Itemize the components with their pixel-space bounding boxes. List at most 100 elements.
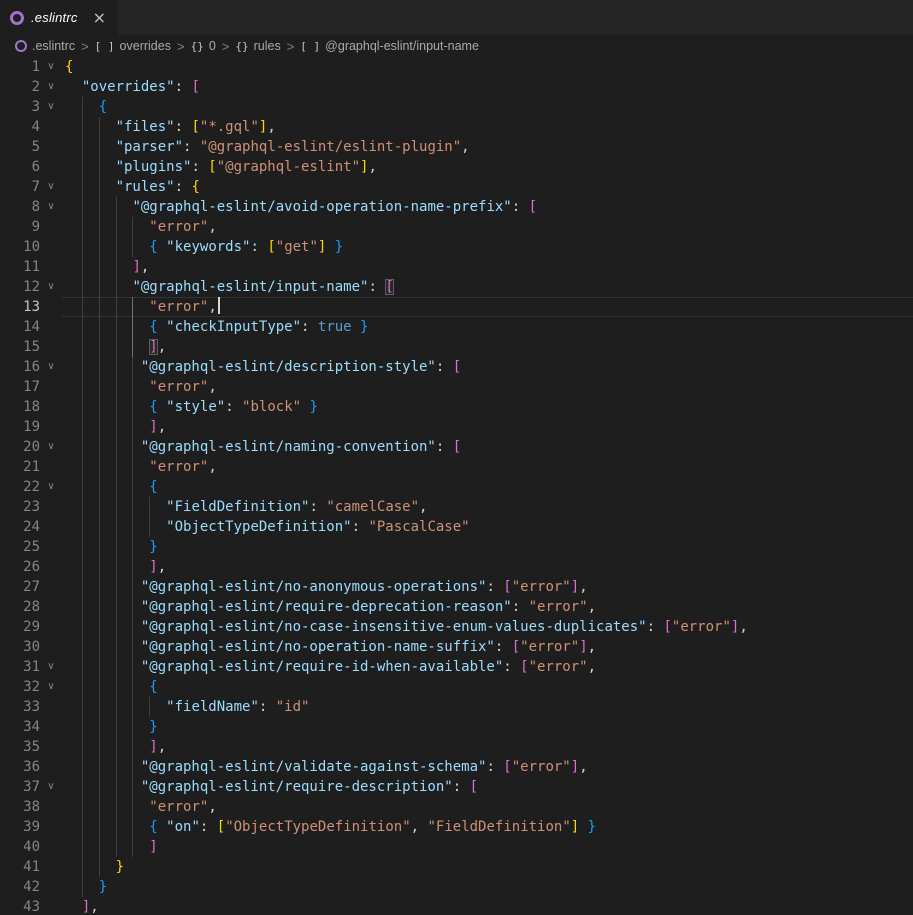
fold-chevron-icon[interactable]: ∨ [40, 657, 62, 677]
code-content[interactable]: } [62, 877, 913, 897]
code-line[interactable]: 9 "error", [0, 217, 913, 237]
code-content[interactable]: "@graphql-eslint/avoid-operation-name-pr… [62, 197, 913, 217]
fold-chevron-icon[interactable]: ∨ [40, 777, 62, 797]
code-line[interactable]: 6 "plugins": ["@graphql-eslint"], [0, 157, 913, 177]
code-content[interactable]: "FieldDefinition": "camelCase", [62, 497, 913, 517]
code-content[interactable]: } [62, 537, 913, 557]
fold-chevron-icon[interactable]: ∨ [40, 97, 62, 117]
code-content[interactable]: { [62, 57, 913, 77]
code-line[interactable]: 8∨ "@graphql-eslint/avoid-operation-name… [0, 197, 913, 217]
code-line[interactable]: 12∨ "@graphql-eslint/input-name": [ [0, 277, 913, 297]
code-content[interactable]: "error", [62, 217, 913, 237]
fold-chevron-icon[interactable]: ∨ [40, 57, 62, 77]
code-content[interactable]: ], [62, 897, 913, 915]
fold-chevron-icon[interactable]: ∨ [40, 77, 62, 97]
code-content[interactable]: ], [62, 257, 913, 277]
code-content[interactable]: "error", [62, 457, 913, 477]
breadcrumb-item-overrides[interactable]: [ ]overrides [95, 39, 171, 53]
code-line[interactable]: 40 ] [0, 837, 913, 857]
code-line[interactable]: 27 "@graphql-eslint/no-anonymous-operati… [0, 577, 913, 597]
code-content[interactable]: "error", [62, 377, 913, 397]
code-content[interactable]: "@graphql-eslint/no-case-insensitive-enu… [62, 617, 913, 637]
code-line[interactable]: 16∨ "@graphql-eslint/description-style":… [0, 357, 913, 377]
code-content[interactable]: "@graphql-eslint/naming-convention": [ [62, 437, 913, 457]
code-line[interactable]: 33 "fieldName": "id" [0, 697, 913, 717]
code-line[interactable]: 25 } [0, 537, 913, 557]
breadcrumb-item-0[interactable]: {}0 [191, 39, 216, 53]
fold-chevron-icon[interactable]: ∨ [40, 437, 62, 457]
code-line[interactable]: 4 "files": ["*.gql"], [0, 117, 913, 137]
code-content[interactable]: "fieldName": "id" [62, 697, 913, 717]
code-line[interactable]: 34 } [0, 717, 913, 737]
code-content[interactable]: ] [62, 837, 913, 857]
code-content[interactable]: { [62, 677, 913, 697]
code-line[interactable]: 30 "@graphql-eslint/no-operation-name-su… [0, 637, 913, 657]
code-line[interactable]: 31∨ "@graphql-eslint/require-id-when-ava… [0, 657, 913, 677]
code-line[interactable]: 18 { "style": "block" } [0, 397, 913, 417]
code-content[interactable]: "@graphql-eslint/require-description": [ [62, 777, 913, 797]
breadcrumb-item--graphql-eslint-input-name[interactable]: [ ]@graphql-eslint/input-name [300, 39, 479, 53]
code-content[interactable]: "rules": { [62, 177, 913, 197]
code-line[interactable]: 13 "error", [0, 297, 913, 317]
code-content[interactable]: "@graphql-eslint/no-operation-name-suffi… [62, 637, 913, 657]
code-content[interactable]: ], [62, 337, 913, 357]
tab-eslintrc[interactable]: .eslintrc × [0, 0, 118, 35]
code-line[interactable]: 37∨ "@graphql-eslint/require-description… [0, 777, 913, 797]
code-line[interactable]: 10 { "keywords": ["get"] } [0, 237, 913, 257]
code-line[interactable]: 32∨ { [0, 677, 913, 697]
fold-chevron-icon[interactable]: ∨ [40, 177, 62, 197]
code-content[interactable]: { [62, 97, 913, 117]
code-content[interactable]: } [62, 717, 913, 737]
code-content[interactable]: ], [62, 737, 913, 757]
code-line[interactable]: 23 "FieldDefinition": "camelCase", [0, 497, 913, 517]
code-content[interactable]: { "keywords": ["get"] } [62, 237, 913, 257]
code-content[interactable]: ], [62, 417, 913, 437]
code-content[interactable]: "@graphql-eslint/input-name": [ [62, 277, 913, 297]
fold-chevron-icon[interactable]: ∨ [40, 197, 62, 217]
fold-chevron-icon[interactable]: ∨ [40, 477, 62, 497]
code-content[interactable]: "ObjectTypeDefinition": "PascalCase" [62, 517, 913, 537]
code-line[interactable]: 5 "parser": "@graphql-eslint/eslint-plug… [0, 137, 913, 157]
code-content[interactable]: "@graphql-eslint/validate-against-schema… [62, 757, 913, 777]
code-content[interactable]: { "checkInputType": true } [62, 317, 913, 337]
code-line[interactable]: 36 "@graphql-eslint/validate-against-sch… [0, 757, 913, 777]
code-content[interactable]: ], [62, 557, 913, 577]
code-line[interactable]: 38 "error", [0, 797, 913, 817]
fold-chevron-icon[interactable]: ∨ [40, 677, 62, 697]
fold-chevron-icon[interactable]: ∨ [40, 357, 62, 377]
code-line[interactable]: 39 { "on": ["ObjectTypeDefinition", "Fie… [0, 817, 913, 837]
code-line[interactable]: 1∨{ [0, 57, 913, 77]
code-content[interactable]: "@graphql-eslint/require-id-when-availab… [62, 657, 913, 677]
code-content[interactable]: { "style": "block" } [62, 397, 913, 417]
code-line[interactable]: 11 ], [0, 257, 913, 277]
code-line[interactable]: 22∨ { [0, 477, 913, 497]
code-line[interactable]: 28 "@graphql-eslint/require-deprecation-… [0, 597, 913, 617]
close-icon[interactable]: × [93, 10, 106, 26]
code-content[interactable]: "@graphql-eslint/description-style": [ [62, 357, 913, 377]
code-line[interactable]: 7∨ "rules": { [0, 177, 913, 197]
code-content[interactable]: "@graphql-eslint/require-deprecation-rea… [62, 597, 913, 617]
code-line[interactable]: 3∨ { [0, 97, 913, 117]
code-content[interactable]: } [62, 857, 913, 877]
code-line[interactable]: 15 ], [0, 337, 913, 357]
code-line[interactable]: 14 { "checkInputType": true } [0, 317, 913, 337]
code-line[interactable]: 43 ], [0, 897, 913, 915]
code-content[interactable]: "error", [62, 297, 913, 317]
breadcrumb-item--eslintrc[interactable]: .eslintrc [15, 39, 75, 53]
code-content[interactable]: "@graphql-eslint/no-anonymous-operations… [62, 577, 913, 597]
code-content[interactable]: "parser": "@graphql-eslint/eslint-plugin… [62, 137, 913, 157]
code-line[interactable]: 29 "@graphql-eslint/no-case-insensitive-… [0, 617, 913, 637]
code-content[interactable]: "error", [62, 797, 913, 817]
code-line[interactable]: 2∨ "overrides": [ [0, 77, 913, 97]
code-content[interactable]: { "on": ["ObjectTypeDefinition", "FieldD… [62, 817, 913, 837]
code-line[interactable]: 24 "ObjectTypeDefinition": "PascalCase" [0, 517, 913, 537]
breadcrumb-item-rules[interactable]: {}rules [235, 39, 280, 53]
code-line[interactable]: 41 } [0, 857, 913, 877]
code-line[interactable]: 20∨ "@graphql-eslint/naming-convention":… [0, 437, 913, 457]
code-line[interactable]: 35 ], [0, 737, 913, 757]
code-line[interactable]: 42 } [0, 877, 913, 897]
code-line[interactable]: 26 ], [0, 557, 913, 577]
code-content[interactable]: "plugins": ["@graphql-eslint"], [62, 157, 913, 177]
code-line[interactable]: 21 "error", [0, 457, 913, 477]
code-line[interactable]: 19 ], [0, 417, 913, 437]
